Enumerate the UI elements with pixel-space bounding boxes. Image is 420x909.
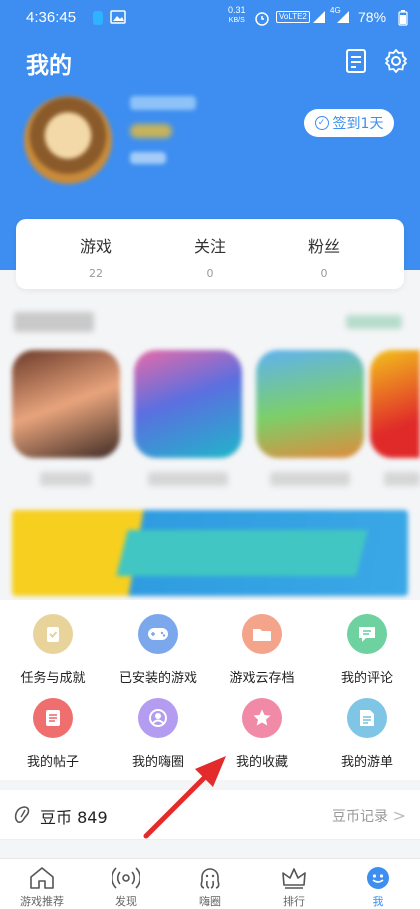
banner-stripe bbox=[116, 530, 368, 576]
home-icon bbox=[30, 867, 54, 889]
check-circle-icon: ✓ bbox=[314, 116, 329, 130]
gallery-icon bbox=[110, 10, 126, 24]
tab-label: 嗨圈 bbox=[199, 895, 221, 908]
task-icon bbox=[33, 614, 73, 654]
stat-value: 0 bbox=[206, 267, 214, 280]
blurred-game-name bbox=[270, 472, 350, 486]
stat-value: 22 bbox=[89, 267, 103, 280]
feature-my-circles[interactable]: 我的嗨圈 bbox=[108, 698, 208, 770]
blurred-level-badges bbox=[130, 124, 172, 138]
feature-label: 任务与成就 bbox=[20, 671, 86, 686]
feature-grid: 任务与成就 已安装的游戏 游戏云存档 我的评论 我的帖子 我的嗨圈 我的收藏 我… bbox=[0, 600, 420, 780]
gamepad-icon bbox=[138, 614, 178, 654]
tab-circles[interactable]: 嗨圈 bbox=[168, 859, 252, 909]
coin-balance: 豆币 849 bbox=[40, 808, 108, 827]
blurred-game-icon[interactable] bbox=[256, 350, 364, 458]
feature-label: 已安装的游戏 bbox=[118, 671, 197, 686]
blurred-promo-banner[interactable] bbox=[12, 510, 408, 596]
tab-label: 排行 bbox=[283, 895, 305, 908]
avatar[interactable] bbox=[24, 96, 112, 184]
feature-label: 我的帖子 bbox=[26, 755, 79, 770]
blurred-section-more-link[interactable] bbox=[346, 315, 402, 329]
blurred-game-icon[interactable] bbox=[370, 350, 420, 458]
blurred-game-name bbox=[40, 472, 92, 486]
note-icon[interactable] bbox=[344, 48, 368, 74]
page-title: 我的 bbox=[26, 53, 72, 79]
status-bar: 4:36:45 0.31 KB/S VoLTE2 4G 78% bbox=[0, 0, 420, 36]
feature-installed-games[interactable]: 已安装的游戏 bbox=[108, 614, 208, 686]
feature-my-favorites[interactable]: 我的收藏 bbox=[212, 698, 312, 770]
blurred-section-title bbox=[14, 312, 94, 332]
blurred-game-name bbox=[384, 472, 420, 486]
feature-my-comments[interactable]: 我的评论 bbox=[317, 614, 417, 686]
feature-cloud-saves[interactable]: 游戏云存档 bbox=[212, 614, 312, 686]
bottom-tab-bar: 游戏推荐 发现 嗨圈 排行 我 bbox=[0, 858, 420, 909]
tab-me[interactable]: 我 bbox=[336, 859, 420, 909]
blurred-game-icon[interactable] bbox=[134, 350, 242, 458]
post-icon bbox=[33, 698, 73, 738]
feature-label: 我的游单 bbox=[340, 755, 393, 770]
stats-card: 游戏 22 关注 0 粉丝 0 bbox=[16, 219, 404, 289]
feature-my-game-lists[interactable]: 我的游单 bbox=[317, 698, 417, 770]
feature-tasks[interactable]: 任务与成就 bbox=[3, 614, 103, 686]
tab-label: 游戏推荐 bbox=[20, 895, 64, 908]
battery-level: 78% bbox=[358, 9, 387, 25]
tab-label: 发现 bbox=[115, 895, 137, 908]
feature-label: 我的嗨圈 bbox=[131, 755, 184, 770]
tab-game-recommend[interactable]: 游戏推荐 bbox=[0, 859, 84, 909]
chevron-right-icon: > bbox=[392, 806, 406, 825]
feature-label: 我的收藏 bbox=[235, 755, 288, 770]
stat-label: 关注 bbox=[193, 237, 226, 256]
tab-discover[interactable]: 发现 bbox=[84, 859, 168, 909]
blurred-game-name bbox=[148, 472, 228, 486]
crown-icon bbox=[282, 868, 306, 889]
octopus-icon bbox=[200, 868, 220, 889]
tab-label: 我 bbox=[372, 895, 384, 908]
status-time: 4:36:45 bbox=[26, 9, 77, 26]
blurred-game-icon[interactable] bbox=[12, 350, 120, 458]
blurred-username bbox=[130, 96, 196, 110]
feature-label: 我的评论 bbox=[340, 671, 393, 686]
notification-icon bbox=[93, 11, 103, 25]
stat-followers[interactable]: 粉丝 0 bbox=[279, 233, 369, 280]
discover-icon bbox=[112, 867, 140, 889]
checkin-button[interactable]: ✓ 签到1天 bbox=[304, 109, 394, 137]
coin-row[interactable]: 豆币 849 豆币记录 > bbox=[0, 790, 420, 840]
bean-coin-icon bbox=[14, 806, 30, 823]
stat-label: 粉丝 bbox=[307, 237, 340, 256]
stat-games[interactable]: 游戏 22 bbox=[51, 233, 141, 280]
coin-history-link[interactable]: 豆币记录 bbox=[332, 806, 388, 826]
network-speed: 0.31 KB/S bbox=[228, 5, 246, 25]
blurred-user-meta bbox=[130, 152, 166, 164]
settings-gear-icon[interactable] bbox=[384, 48, 408, 74]
stat-value: 0 bbox=[320, 267, 328, 280]
feature-my-posts[interactable]: 我的帖子 bbox=[3, 698, 103, 770]
signal-icon bbox=[337, 11, 349, 23]
volte-badge: VoLTE2 bbox=[276, 11, 310, 23]
stat-label: 游戏 bbox=[79, 237, 112, 256]
battery-icon bbox=[398, 10, 408, 26]
comment-icon bbox=[347, 614, 387, 654]
circle-icon bbox=[138, 698, 178, 738]
checkin-label: 签到1天 bbox=[332, 116, 384, 132]
tab-rankings[interactable]: 排行 bbox=[252, 859, 336, 909]
folder-icon bbox=[242, 614, 282, 654]
list-icon bbox=[347, 698, 387, 738]
profile-icon bbox=[367, 867, 389, 889]
feature-label: 游戏云存档 bbox=[229, 671, 295, 686]
star-icon bbox=[242, 698, 282, 738]
alarm-icon bbox=[255, 12, 269, 26]
stat-following[interactable]: 关注 0 bbox=[165, 233, 255, 280]
signal-icon bbox=[313, 11, 325, 23]
